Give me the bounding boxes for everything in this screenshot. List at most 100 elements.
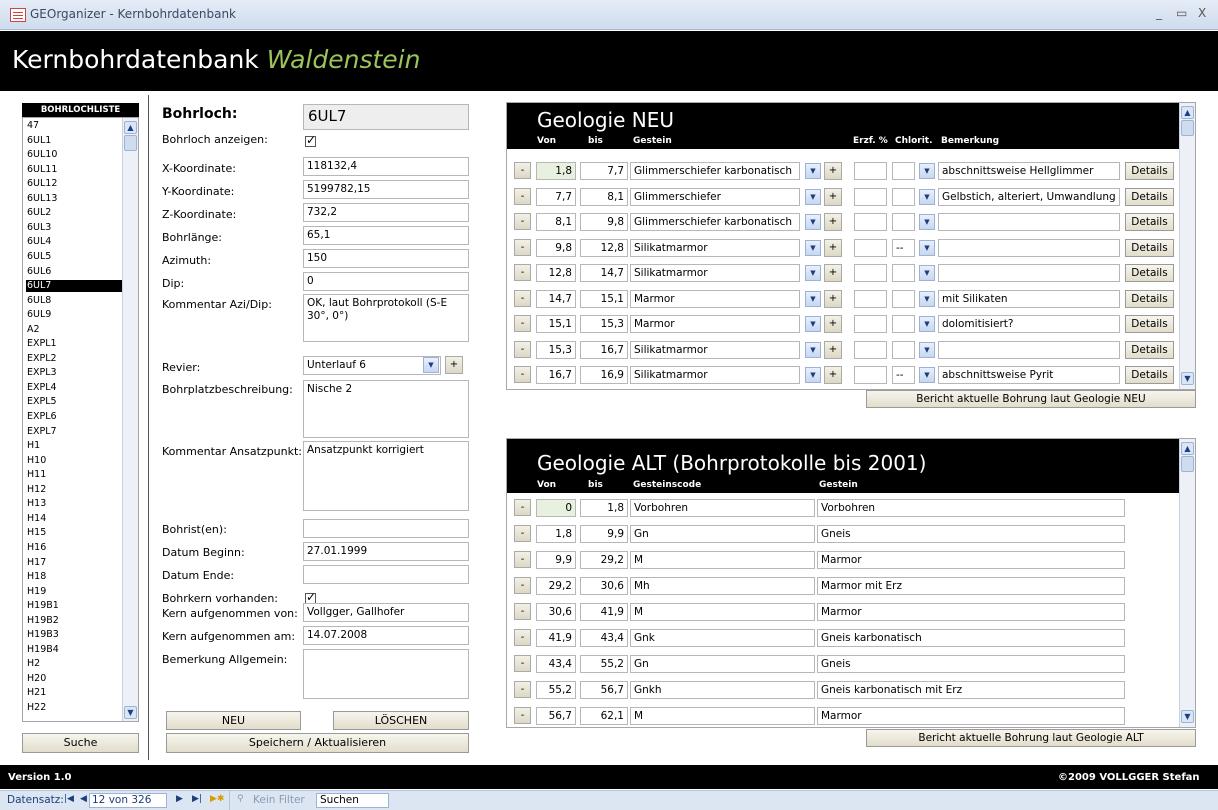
next-record-icon[interactable]: ▶: [176, 794, 183, 804]
chlorit-select[interactable]: --: [892, 238, 915, 257]
add-gestein-button[interactable]: +: [824, 340, 842, 359]
gestein-select[interactable]: Glimmerschiefer karbonatisch: [630, 162, 800, 180]
add-gestein-button[interactable]: +: [824, 315, 842, 333]
revier-select[interactable]: Unterlauf 6: [303, 356, 441, 375]
list-item[interactable]: H14: [26, 513, 122, 525]
code-cell[interactable]: Gn: [630, 525, 815, 543]
add-gestein-button[interactable]: +: [824, 238, 842, 257]
bis-cell[interactable]: 9,8: [580, 213, 628, 231]
gestein-cell[interactable]: Marmor: [817, 707, 1125, 725]
delete-row-button[interactable]: -: [514, 366, 531, 383]
list-item[interactable]: 6UL2: [26, 207, 122, 219]
list-item[interactable]: EXPL7: [26, 426, 122, 438]
details-button[interactable]: Details: [1125, 315, 1174, 333]
list-item[interactable]: 6UL9: [26, 309, 122, 321]
list-item[interactable]: H10: [26, 455, 122, 467]
chevron-down-icon[interactable]: ▼: [919, 188, 935, 205]
details-button[interactable]: Details: [1125, 289, 1174, 308]
last-record-icon[interactable]: ▶|: [192, 794, 202, 804]
erzf-cell[interactable]: [854, 238, 887, 257]
chevron-down-icon[interactable]: ▼: [805, 367, 821, 383]
aufg-von-field[interactable]: Vollgger, Gallhofer: [303, 603, 469, 622]
bis-cell[interactable]: 16,7: [580, 340, 628, 359]
scroll-thumb[interactable]: [1181, 456, 1194, 472]
delete-row-button[interactable]: -: [514, 213, 531, 230]
von-cell[interactable]: 1,8: [536, 162, 576, 180]
delete-row-button[interactable]: -: [514, 238, 531, 256]
bis-cell[interactable]: 41,9: [580, 603, 628, 621]
gestein-cell[interactable]: Gneis: [817, 525, 1125, 543]
report-alt-button[interactable]: Bericht aktuelle Bohrung laut Geologie A…: [866, 729, 1196, 747]
bis-cell[interactable]: 9,9: [580, 525, 628, 543]
erzf-cell[interactable]: [854, 187, 887, 206]
delete-row-button[interactable]: -: [514, 289, 531, 307]
list-item[interactable]: H22: [26, 702, 122, 714]
chevron-down-icon[interactable]: ▼: [805, 163, 821, 179]
chevron-down-icon[interactable]: ▼: [919, 239, 935, 256]
gestein-select[interactable]: Silikatmarmor: [630, 340, 800, 359]
laenge-field[interactable]: 65,1: [303, 226, 469, 245]
chevron-down-icon[interactable]: ▼: [919, 290, 935, 307]
bohrloch-list[interactable]: 47 6UL1 6UL10 6UL11 6UL12 6UL13 6UL2 6UL3 6UL4 6U…: [22, 117, 139, 722]
bis-cell[interactable]: 56,7: [580, 681, 628, 699]
delete-row-button[interactable]: -: [514, 315, 531, 332]
list-item[interactable]: 6UL6: [26, 266, 122, 278]
gestein-select[interactable]: Marmor: [630, 315, 800, 333]
erzf-cell[interactable]: [854, 264, 887, 282]
delete-row-button[interactable]: -: [514, 629, 531, 646]
von-cell[interactable]: 30,6: [536, 603, 576, 621]
chlorit-select[interactable]: [892, 340, 915, 359]
scroll-up-icon[interactable]: ▲: [1181, 106, 1194, 119]
bis-cell[interactable]: 62,1: [580, 707, 628, 725]
loeschen-button[interactable]: LÖSCHEN: [333, 711, 469, 730]
bemerkung-cell[interactable]: abschnittsweise Hellglimmer: [938, 162, 1120, 180]
search-input[interactable]: Suchen: [316, 793, 389, 808]
chevron-down-icon[interactable]: ▼: [805, 188, 821, 205]
bis-cell[interactable]: 43,4: [580, 629, 628, 647]
chlorit-select[interactable]: [892, 315, 915, 333]
ansatz-field[interactable]: Ansatzpunkt korrigiert: [303, 441, 469, 511]
list-item[interactable]: H17: [26, 557, 122, 569]
close-icon[interactable]: X: [1198, 6, 1206, 20]
gestein-select[interactable]: Glimmerschiefer: [630, 187, 800, 206]
chevron-down-icon[interactable]: ▼: [919, 214, 935, 230]
details-button[interactable]: Details: [1125, 264, 1174, 282]
minimize-icon[interactable]: _: [1156, 6, 1162, 20]
scroll-up-icon[interactable]: ▲: [124, 121, 137, 134]
delete-row-button[interactable]: -: [514, 525, 531, 542]
chlorit-select[interactable]: [892, 289, 915, 308]
list-item[interactable]: 6UL11: [26, 164, 122, 176]
chevron-down-icon[interactable]: ▼: [919, 367, 935, 383]
list-item[interactable]: EXPL1: [26, 338, 122, 350]
list-item[interactable]: 6UL1: [26, 135, 122, 147]
add-gestein-button[interactable]: +: [824, 187, 842, 206]
dip-field[interactable]: 0: [303, 272, 469, 291]
details-button[interactable]: Details: [1125, 366, 1174, 384]
gestein-cell[interactable]: Vorbohren: [817, 499, 1125, 517]
von-cell[interactable]: 41,9: [536, 629, 576, 647]
scroll-thumb[interactable]: [124, 135, 137, 151]
gestein-cell[interactable]: Gneis karbonatisch: [817, 629, 1125, 647]
list-item[interactable]: 6UL13: [26, 193, 122, 205]
chevron-down-icon[interactable]: ▼: [805, 214, 821, 230]
list-item[interactable]: H21: [26, 687, 122, 699]
code-cell[interactable]: Gnk: [630, 629, 815, 647]
erzf-cell[interactable]: [854, 340, 887, 359]
list-item[interactable]: EXPL3: [26, 367, 122, 379]
gestein-select[interactable]: Marmor: [630, 289, 800, 308]
list-item[interactable]: 6UL10: [26, 149, 122, 161]
bohrloch-value[interactable]: 6UL7: [303, 104, 469, 130]
list-item[interactable]: H19B1: [26, 600, 122, 612]
von-cell[interactable]: 0: [536, 499, 576, 517]
first-record-icon[interactable]: |◀: [64, 794, 74, 804]
delete-row-button[interactable]: -: [514, 603, 531, 620]
erzf-cell[interactable]: [854, 315, 887, 333]
chlorit-select[interactable]: [892, 264, 915, 282]
bemerkung-cell[interactable]: dolomitisiert?: [938, 315, 1120, 333]
list-item[interactable]: 6UL3: [26, 222, 122, 234]
list-item[interactable]: EXPL4: [26, 382, 122, 394]
bemerkung-cell[interactable]: Gelbstich, alteriert, Umwandlung: [938, 187, 1120, 206]
von-cell[interactable]: 9,9: [536, 551, 576, 569]
list-scrollbar[interactable]: ▲ ▼: [122, 118, 138, 721]
add-gestein-button[interactable]: +: [824, 289, 842, 308]
